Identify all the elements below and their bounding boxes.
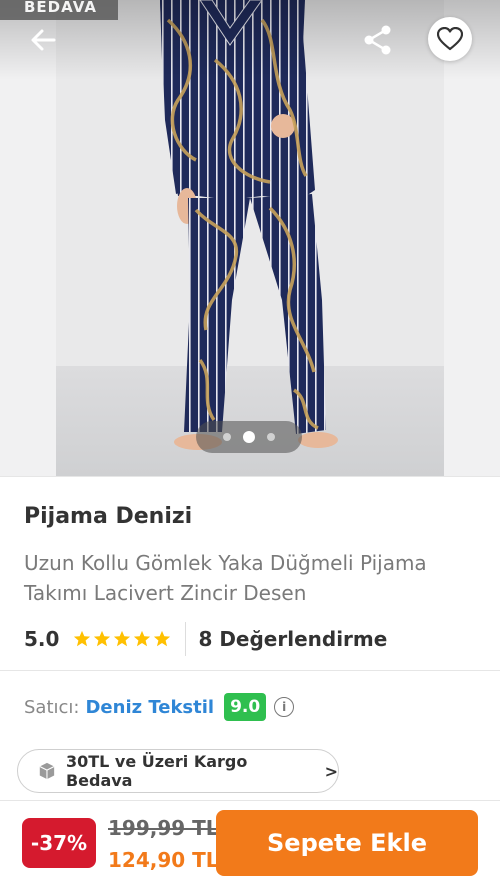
package-icon	[39, 762, 55, 780]
add-to-cart-button[interactable]: Sepete Ekle	[216, 810, 478, 876]
divider	[0, 476, 500, 477]
brand-name[interactable]: Pijama Denizi	[24, 504, 192, 529]
star-icon	[74, 630, 91, 647]
pager-dot[interactable]	[267, 433, 275, 441]
rating-row[interactable]: 5.0 8 Değerlendirme	[24, 622, 387, 656]
share-icon	[364, 25, 391, 55]
star-icon	[114, 630, 131, 647]
star-icon	[154, 630, 171, 647]
seller-label: Satıcı:	[24, 696, 80, 718]
seller-score-badge: 9.0	[224, 693, 267, 721]
favorite-button[interactable]	[428, 17, 472, 61]
free-shipping-button[interactable]: 30TL ve Üzeri Kargo Bedava >	[17, 749, 339, 793]
new-price: 124,90 TL	[108, 848, 219, 872]
arrow-left-icon	[31, 29, 56, 51]
image-pager[interactable]	[196, 421, 302, 453]
divider	[0, 670, 500, 671]
free-shipping-badge: BEDAVA	[0, 0, 118, 20]
old-price: 199,99 TL	[108, 816, 219, 840]
info-icon[interactable]: i	[274, 697, 295, 717]
product-title: Uzun Kollu Gömlek Yaka Düğmeli Pijama Ta…	[24, 551, 427, 605]
seller-name-link[interactable]: Deniz Tekstil	[85, 697, 214, 718]
chevron-right-icon: >	[324, 761, 338, 781]
pager-dot-active[interactable]	[243, 431, 255, 443]
share-button[interactable]	[360, 22, 396, 58]
review-count-link[interactable]: 8 Değerlendirme	[198, 627, 387, 651]
star-rating	[73, 630, 171, 648]
free-shipping-text: 30TL ve Üzeri Kargo Bedava	[65, 752, 248, 790]
back-button[interactable]	[24, 22, 64, 58]
product-image-gallery[interactable]: BEDAVA	[0, 0, 500, 476]
rating-separator	[185, 622, 187, 656]
pager-dot[interactable]	[223, 433, 231, 441]
discount-badge: -37%	[22, 818, 96, 868]
star-icon	[94, 630, 111, 647]
heart-icon	[437, 27, 463, 51]
rating-value: 5.0	[24, 627, 60, 651]
seller-row: Satıcı: Deniz Tekstil 9.0 i	[24, 690, 295, 724]
star-icon	[134, 630, 151, 647]
